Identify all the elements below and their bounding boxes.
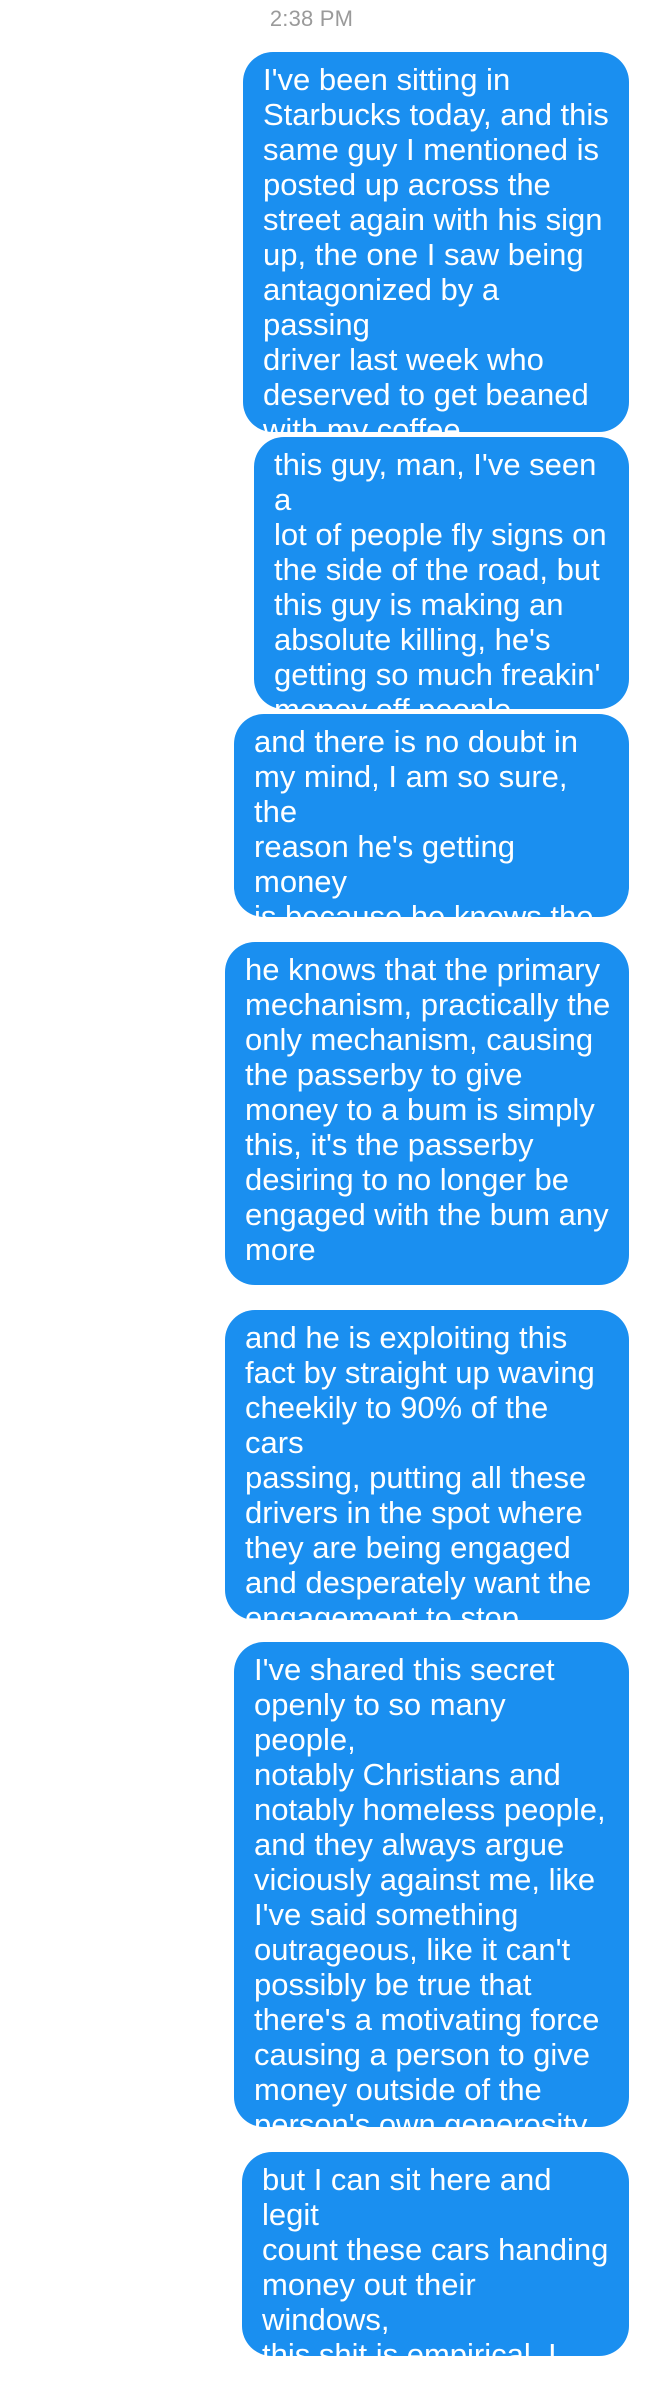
message-bubble-sent[interactable]: this guy, man, I've seen a lot of people… (254, 437, 629, 727)
message-bubble-sent[interactable]: and there is no doubt in my mind, I am s… (234, 714, 629, 969)
message-bubble-sent[interactable]: but I can sit here and legit count these… (242, 2152, 629, 2407)
message-bubble-sent[interactable]: and he is exploiting this fact by straig… (225, 1310, 629, 1635)
message-bubble-sent[interactable]: I've shared this secret openly to so man… (234, 1642, 629, 2142)
message-timestamp: 2:38 PM (269, 6, 354, 31)
message-bubble-sent[interactable]: he knows that the primary mechanism, pra… (225, 942, 629, 1285)
message-bubble-sent[interactable]: I've been sitting in Starbucks today, an… (243, 52, 629, 447)
